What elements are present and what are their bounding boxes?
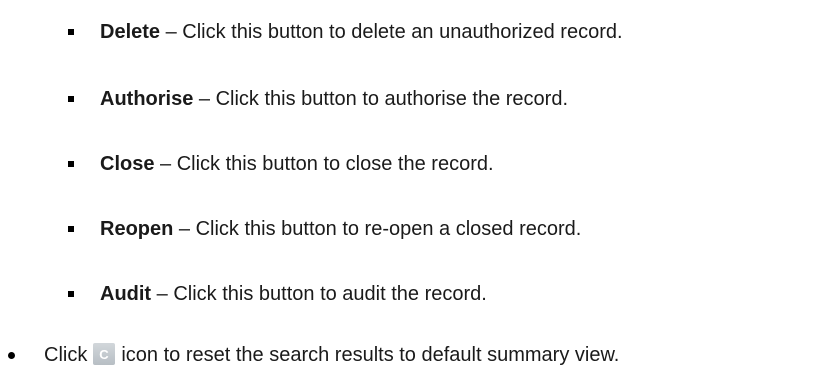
reset-icon: C: [93, 342, 116, 365]
item-text: Delete – Click this button to delete an …: [100, 17, 623, 47]
item-separator: –: [173, 218, 196, 240]
item-separator: –: [160, 21, 183, 43]
item-description: Click this button to audit the record.: [173, 283, 487, 305]
item-text: Close – Click this button to close the r…: [100, 149, 494, 179]
item-term: Close: [100, 153, 155, 175]
reset-note-after: icon to reset the search results to defa…: [121, 344, 620, 366]
reset-note-text: Click Cicon to reset the search results t…: [44, 340, 619, 370]
reset-glyph: C: [100, 347, 110, 362]
item-separator: –: [193, 88, 216, 110]
item-term: Authorise: [100, 88, 194, 110]
square-bullet: [68, 161, 74, 167]
item-separator: –: [151, 283, 174, 305]
item-description: Click this button to delete an unauthori…: [182, 21, 623, 43]
item-description: Click this button to re-open a closed re…: [195, 218, 582, 240]
square-bullet: [68, 29, 74, 35]
item-term: Audit: [100, 283, 152, 305]
item-text: Reopen – Click this button to re-open a …: [100, 214, 581, 244]
square-bullet: [68, 226, 74, 232]
reset-note-before: Click: [44, 344, 88, 366]
item-text: Authorise – Click this button to authori…: [100, 84, 568, 114]
item-text: Audit – Click this button to audit the r…: [100, 279, 487, 309]
square-bullet: [68, 291, 74, 297]
reset-glyph-letter: C: [100, 347, 110, 362]
item-term: Reopen: [100, 218, 174, 240]
item-separator: –: [154, 153, 177, 175]
item-description: Click this button to authorise the recor…: [215, 88, 568, 110]
item-description: Click this button to close the record.: [176, 153, 494, 175]
round-bullet: [8, 352, 15, 359]
item-term: Delete: [100, 21, 161, 43]
square-bullet: [68, 96, 74, 102]
